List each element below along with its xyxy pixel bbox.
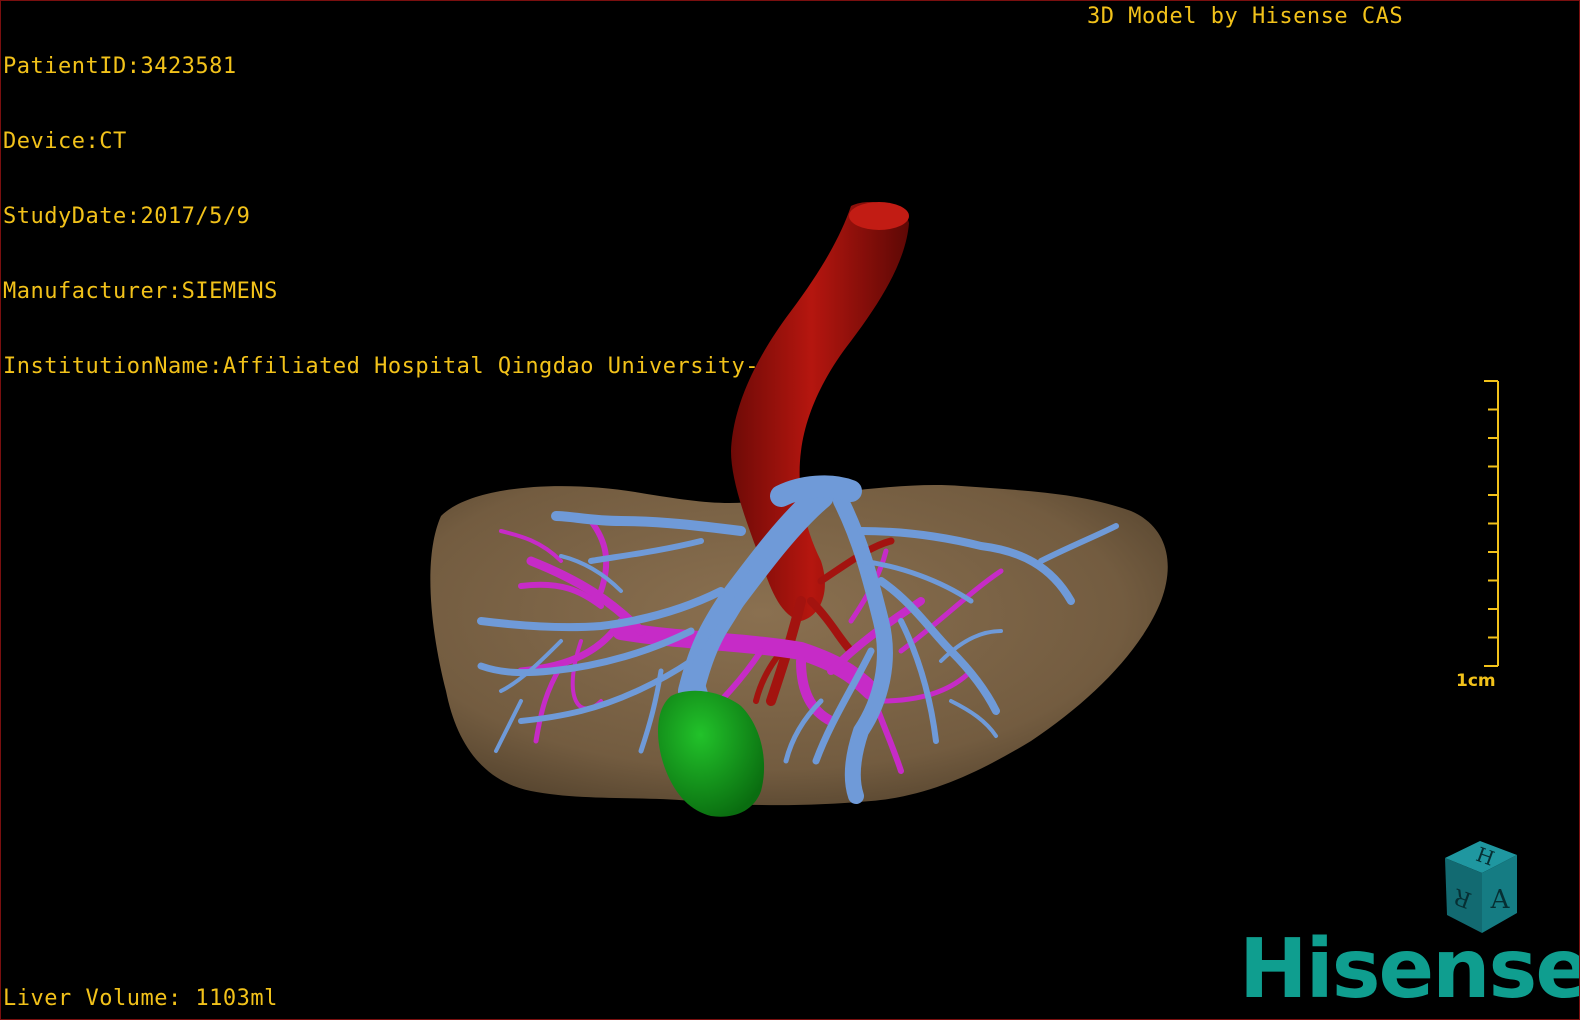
liver-3d-model[interactable] <box>1 1 1579 1019</box>
scale-bar <box>1484 380 1499 667</box>
scale-bar-label: 1cm <box>1456 671 1496 691</box>
3d-viewport[interactable]: PatientID:3423581 Device:CT StudyDate:20… <box>0 0 1580 1020</box>
cube-face-right: A <box>1490 885 1511 915</box>
liver-volume-text: Liver Volume: 1103ml <box>3 986 278 1011</box>
hisense-logo: Hisense <box>1239 922 1580 1017</box>
aorta-cap <box>849 202 909 230</box>
